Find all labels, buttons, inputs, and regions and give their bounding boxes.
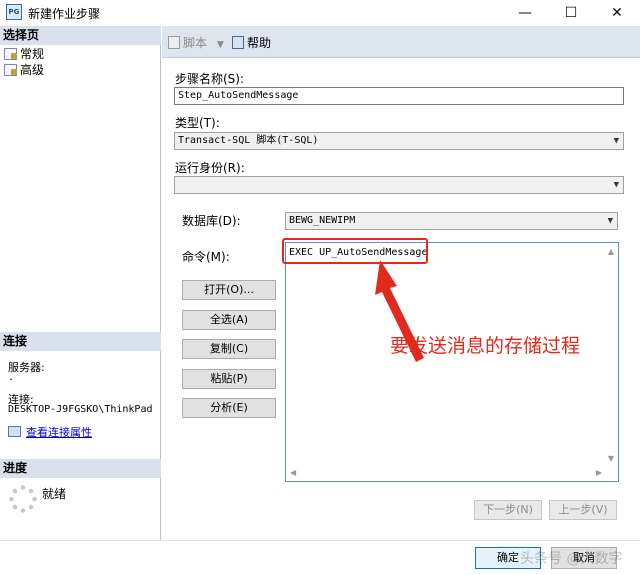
scroll-down-icon[interactable]: ▼ — [608, 454, 614, 463]
link-label: 查看连接属性 — [26, 426, 92, 439]
annotation-text: 要发送消息的存储过程 — [390, 335, 581, 357]
progress-spinner-icon — [9, 485, 37, 513]
scroll-up-icon[interactable]: ▲ — [608, 247, 614, 256]
paste-button[interactable]: 粘贴(P) — [182, 369, 276, 389]
parse-button[interactable]: 分析(E) — [182, 398, 276, 418]
help-button[interactable]: 帮助 — [232, 34, 271, 51]
toolbar: 脚本 ▼ 帮助 — [162, 26, 640, 58]
previous-step-button[interactable]: 上一步(V) — [549, 500, 617, 520]
script-label: 脚本 — [183, 36, 208, 50]
page-item-label: 常规 — [20, 47, 45, 61]
maximize-button[interactable]: ☐ — [548, 0, 594, 26]
step-name-input[interactable]: Step_AutoSendMessage — [174, 87, 624, 105]
run-as-select[interactable]: ▼ — [174, 176, 624, 194]
help-icon — [232, 36, 244, 49]
window-title: 新建作业步骤 — [28, 7, 101, 21]
script-icon — [168, 36, 180, 49]
database-label: 数据库(D): — [182, 214, 241, 228]
left-pane: 选择页 常规 高级 连接 服务器: . 连接: DESKTOP-J9FGSKO\… — [0, 26, 161, 540]
type-label: 类型(T): — [175, 116, 220, 130]
help-label: 帮助 — [247, 36, 272, 50]
chevron-down-icon: ▼ — [216, 40, 224, 50]
view-connection-properties-link[interactable]: 查看连接属性 — [8, 424, 92, 440]
next-step-button[interactable]: 下一步(N) — [474, 500, 542, 520]
job-step-dialog: PG 新建作业步骤 — ☐ ✕ 选择页 常规 高级 连接 服务器: . 连接: … — [0, 0, 640, 575]
progress-header: 进度 — [0, 459, 161, 478]
select-page-header: 选择页 — [0, 26, 161, 45]
copy-button[interactable]: 复制(C) — [182, 339, 276, 359]
server-value: . — [8, 372, 15, 383]
close-button[interactable]: ✕ — [594, 0, 640, 26]
command-textarea[interactable]: EXEC UP_AutoSendMessage ▲ ▼ ◀ ▶ — [285, 242, 619, 482]
page-icon — [4, 48, 17, 60]
database-select[interactable]: BEWG_NEWIPM ▼ — [285, 212, 618, 230]
title-bar: PG 新建作业步骤 — ☐ ✕ — [0, 0, 640, 26]
page-item-label: 高级 — [20, 63, 45, 77]
chevron-down-icon: ▼ — [607, 216, 613, 226]
scroll-left-icon[interactable]: ◀ — [290, 468, 296, 477]
app-icon: PG — [6, 4, 22, 20]
type-select[interactable]: Transact-SQL 脚本(T-SQL) ▼ — [174, 132, 624, 150]
chevron-down-icon: ▼ — [613, 180, 619, 190]
script-button[interactable]: 脚本 ▼ — [168, 34, 224, 51]
command-label: 命令(M): — [182, 250, 230, 264]
page-item-advanced[interactable]: 高级 — [4, 63, 44, 77]
minimize-button[interactable]: — — [502, 0, 548, 26]
database-select-value: BEWG_NEWIPM — [289, 215, 356, 226]
watermark: 头条号 @大数字 — [520, 551, 623, 567]
page-item-general[interactable]: 常规 — [4, 47, 44, 61]
connection-header: 连接 — [0, 332, 161, 351]
scroll-right-icon[interactable]: ▶ — [596, 468, 602, 477]
run-as-label: 运行身份(R): — [175, 161, 245, 175]
page-icon — [4, 64, 17, 76]
connection-value: DESKTOP-J9FGSKO\ThinkPad — [8, 404, 153, 415]
right-pane: 脚本 ▼ 帮助 步骤名称(S): Step_AutoSendMessage 类型… — [162, 26, 640, 540]
type-select-value: Transact-SQL 脚本(T-SQL) — [178, 135, 319, 146]
chevron-down-icon: ▼ — [613, 136, 619, 146]
step-name-label: 步骤名称(S): — [175, 72, 245, 86]
open-button[interactable]: 打开(O)... — [182, 280, 276, 300]
progress-status: 就绪 — [42, 487, 67, 501]
select-all-button[interactable]: 全选(A) — [182, 310, 276, 330]
connection-properties-icon — [8, 426, 21, 437]
